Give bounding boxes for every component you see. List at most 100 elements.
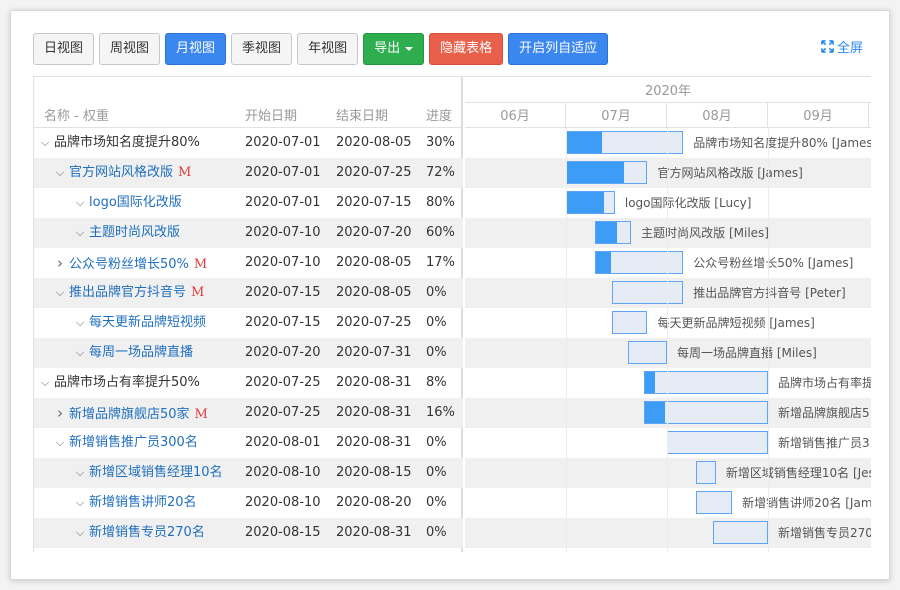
task-bar-label: 主题时尚风改版 [Miles] xyxy=(641,226,769,240)
chevron-down-icon[interactable]: ⌵ xyxy=(74,188,86,218)
month-gridline xyxy=(768,128,769,552)
task-bar[interactable] xyxy=(644,401,768,424)
timeline-row: 品牌市场知名度提升80% [James] xyxy=(465,128,871,158)
task-row[interactable]: ⌵ 推出品牌官方抖音号 M 2020-07-15 2020-08-05 0% xyxy=(34,278,463,308)
timeline-row: 每周一场品牌直播 [Miles] xyxy=(465,338,871,368)
chevron-down-icon[interactable]: ⌵ xyxy=(39,128,51,158)
task-end-cell: 2020-08-05 xyxy=(336,285,412,300)
task-start-cell: 2020-07-25 xyxy=(245,405,321,420)
task-name-cell: › 公众号粉丝增长50% M xyxy=(54,248,207,280)
task-progress-fill xyxy=(596,222,617,243)
task-name[interactable]: 推出品牌官方抖音号 xyxy=(69,285,186,300)
task-bar[interactable] xyxy=(712,521,768,544)
milestone-icon: M xyxy=(191,285,205,300)
task-start-cell: 2020-07-10 xyxy=(245,225,321,240)
task-name-cell: ⌵ 官方网站风格改版 M xyxy=(54,158,192,188)
task-bar[interactable] xyxy=(611,311,648,334)
task-row[interactable]: ⌵ 每天更新品牌短视频 2020-07-15 2020-07-25 0% xyxy=(34,308,463,338)
task-bar[interactable] xyxy=(644,371,768,394)
task-name[interactable]: 主题时尚风改版 xyxy=(89,225,180,240)
chevron-down-icon[interactable]: ⌵ xyxy=(54,158,66,188)
column-header-start[interactable]: 开始日期 xyxy=(245,105,297,124)
task-progress-cell: 16% xyxy=(426,405,455,420)
chevron-down-icon[interactable]: ⌵ xyxy=(74,488,86,518)
chevron-down-icon[interactable]: ⌵ xyxy=(54,428,66,458)
season-view-button[interactable]: 季视图 xyxy=(231,33,293,65)
task-row[interactable]: › 公众号粉丝增长50% M 2020-07-10 2020-08-05 17% xyxy=(34,248,463,278)
task-bar[interactable] xyxy=(595,221,632,244)
task-row[interactable]: ⌵ 主题时尚风改版 2020-07-10 2020-07-20 60% xyxy=(34,218,463,248)
day-view-button[interactable]: 日视图 xyxy=(33,33,95,65)
chevron-down-icon[interactable]: ⌵ xyxy=(39,368,51,398)
chevron-down-icon[interactable]: ⌵ xyxy=(74,308,86,338)
column-header-end[interactable]: 结束日期 xyxy=(336,105,388,124)
task-name[interactable]: 新增区域销售经理10名 xyxy=(89,465,223,480)
task-bar[interactable] xyxy=(611,281,684,304)
export-dropdown-button[interactable]: 导出 xyxy=(363,33,425,65)
task-bar[interactable] xyxy=(566,161,648,184)
timeline-row: logo国际化改版 [Lucy] xyxy=(465,188,871,218)
task-bar[interactable] xyxy=(696,491,733,514)
task-name[interactable]: 新增销售讲师20名 xyxy=(89,495,197,510)
task-bar[interactable] xyxy=(696,461,716,484)
task-row[interactable]: ⌵ 新增区域销售经理10名 2020-08-10 2020-08-15 0% xyxy=(34,458,463,488)
task-end-cell: 2020-07-25 xyxy=(336,315,412,330)
task-row[interactable]: ⌵ 新增销售专员270名 2020-08-15 2020-08-31 0% xyxy=(34,518,463,548)
week-view-button[interactable]: 周视图 xyxy=(99,33,161,65)
task-name[interactable]: 新增销售专员270名 xyxy=(89,525,205,540)
chevron-down-icon[interactable]: ⌵ xyxy=(74,458,86,488)
task-bar[interactable] xyxy=(566,131,684,154)
task-name[interactable]: 官方网站风格改版 xyxy=(69,165,173,180)
task-name[interactable]: 每天更新品牌短视频 xyxy=(89,315,206,330)
task-name-cell: ⌵ 每周一场品牌直播 xyxy=(74,338,193,368)
task-end-cell: 2020-08-31 xyxy=(336,405,412,420)
column-header-progress[interactable]: 进度 xyxy=(426,105,452,124)
chevron-down-icon[interactable]: ⌵ xyxy=(54,278,66,308)
task-name[interactable]: logo国际化改版 xyxy=(89,195,182,210)
task-name[interactable]: 公众号粉丝增长50% xyxy=(69,257,189,272)
task-bar-label: logo国际化改版 [Lucy] xyxy=(624,196,752,210)
task-row[interactable]: ⌵ logo国际化改版 2020-07-01 2020-07-15 80% xyxy=(34,188,463,218)
task-row[interactable]: ⌵ 品牌市场知名度提升80% 2020-07-01 2020-08-05 30% xyxy=(34,128,463,158)
task-row[interactable]: ⌵ 新增销售讲师20名 2020-08-10 2020-08-20 0% xyxy=(34,488,463,518)
hide-table-button[interactable]: 隐藏表格 xyxy=(429,33,504,65)
task-progress-cell: 80% xyxy=(426,195,455,210)
month-view-button[interactable]: 月视图 xyxy=(165,33,227,65)
timeline: 2020年 06月 07月 08月 09月 品牌市场知名度提升80% [James] 官… xyxy=(465,77,871,552)
task-start-cell: 2020-07-15 xyxy=(245,285,321,300)
task-end-cell: 2020-08-31 xyxy=(336,435,412,450)
timeline-row: 官方网站风格改版 [James] xyxy=(465,158,871,188)
task-row[interactable]: ⌵ 新增销售推广员300名 2020-08-01 2020-08-31 0% xyxy=(34,428,463,458)
task-row[interactable]: › 新增品牌旗舰店50家 M 2020-07-25 2020-08-31 16% xyxy=(34,398,463,428)
chevron-down-icon[interactable]: ⌵ xyxy=(74,218,86,248)
task-end-cell: 2020-08-31 xyxy=(336,375,412,390)
task-name[interactable]: 新增销售推广员300名 xyxy=(69,435,198,450)
task-row[interactable]: ⌵ 每周一场品牌直播 2020-07-20 2020-07-31 0% xyxy=(34,338,463,368)
task-name: 品牌市场占有率提升50% xyxy=(54,375,200,390)
auto-fit-columns-button[interactable]: 开启列自适应 xyxy=(508,33,609,65)
task-bar[interactable] xyxy=(595,251,684,274)
task-row[interactable]: ⌵ 官方网站风格改版 M 2020-07-01 2020-07-25 72% xyxy=(34,158,463,188)
task-name[interactable]: 新增品牌旗舰店50家 xyxy=(69,407,190,422)
task-bar[interactable] xyxy=(566,191,615,214)
timeline-month: 07月 xyxy=(566,103,667,128)
column-header-name[interactable]: 名称 - 权重 xyxy=(44,105,109,124)
task-progress-cell: 30% xyxy=(426,135,455,150)
task-row[interactable]: ⌵ 品牌市场占有率提升50% 2020-07-25 2020-08-31 8% xyxy=(34,368,463,398)
task-start-cell: 2020-08-10 xyxy=(245,465,321,480)
task-name[interactable]: 每周一场品牌直播 xyxy=(89,345,193,360)
task-bar[interactable] xyxy=(627,341,667,364)
milestone-icon: M xyxy=(178,165,192,180)
task-start-cell: 2020-07-15 xyxy=(245,315,321,330)
chevron-down-icon[interactable]: ⌵ xyxy=(74,518,86,548)
task-progress-fill xyxy=(645,402,665,423)
year-view-button[interactable]: 年视图 xyxy=(297,33,359,65)
timeline-row: 新增品牌旗舰店5 xyxy=(465,398,871,428)
fullscreen-button[interactable]: 全屏 xyxy=(821,37,863,56)
task-bar[interactable] xyxy=(667,431,768,454)
task-name-cell: ⌵ 新增区域销售经理10名 xyxy=(74,458,223,488)
chevron-down-icon[interactable]: ⌵ xyxy=(74,338,86,368)
task-end-cell: 2020-08-05 xyxy=(336,255,412,270)
chevron-right-icon[interactable]: › xyxy=(54,398,66,428)
chevron-right-icon[interactable]: › xyxy=(54,248,66,278)
